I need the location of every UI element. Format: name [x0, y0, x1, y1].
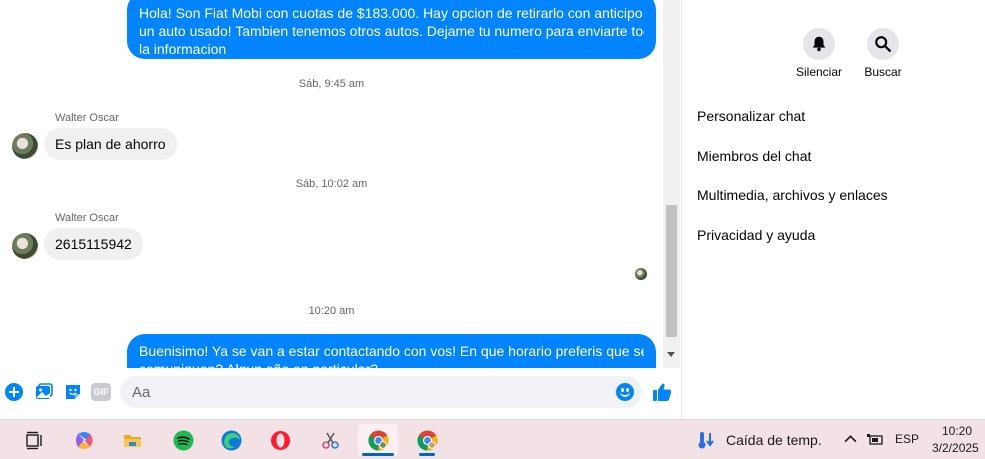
scroll-down-arrow-icon[interactable] [667, 352, 675, 357]
image-icon[interactable] [34, 382, 54, 402]
chrome-button-2[interactable] [407, 424, 447, 456]
weather-text[interactable]: Caída de temp. [726, 432, 822, 448]
timestamp: Sáb, 9:45 am [298, 78, 365, 90]
thumbs-up-icon[interactable] [651, 381, 673, 403]
task-view-button[interactable] [14, 424, 54, 456]
menu-customize-chat[interactable]: Personalizar chat [697, 108, 805, 124]
task-view-icon [26, 431, 42, 450]
timestamp: Sáb, 10:02 am [295, 178, 368, 190]
copilot-icon [76, 432, 93, 449]
search-icon[interactable] [867, 28, 899, 60]
mute-button[interactable]: Silenciar [784, 28, 854, 79]
active-indicator [362, 453, 394, 456]
clock-time[interactable]: 10:20 [942, 424, 972, 438]
message-text-line: comuniquen? Algun año en particular? [139, 360, 644, 368]
sender-name: Walter Oscar [55, 212, 119, 224]
chrome-icon [368, 430, 389, 451]
chat-info-panel: Silenciar Buscar Personalizar chat Miemb… [682, 0, 985, 419]
search-button[interactable]: Buscar [848, 28, 918, 79]
message-text-line: Buenisimo! Ya se van a estar contactando… [139, 343, 644, 359]
emoji-icon[interactable] [616, 383, 634, 401]
message-text-line: Hola! Son Fiat Mobi con cuotas de $183.0… [139, 5, 644, 21]
chat-scrollbar[interactable] [663, 0, 680, 368]
avatar[interactable] [12, 233, 38, 259]
spotify-button[interactable] [163, 424, 203, 456]
message-text-line: un auto usado! Tambien tenemos otros aut… [139, 23, 644, 39]
gif-icon[interactable]: GIF [91, 383, 111, 401]
timestamp: 10:20 am [308, 305, 355, 317]
message-composer: GIF [0, 368, 681, 419]
menu-privacy-help[interactable]: Privacidad y ayuda [697, 227, 815, 243]
scrollbar-thumb[interactable] [666, 205, 677, 337]
bell-icon[interactable] [803, 28, 835, 60]
outgoing-message[interactable]: Buenisimo! Ya se van a estar contactando… [127, 334, 656, 368]
spotify-icon [173, 430, 194, 451]
message-text-line: la informacion [139, 41, 227, 57]
battery-network-icon[interactable] [866, 432, 884, 446]
opera-button[interactable] [260, 424, 300, 456]
avatar[interactable] [12, 133, 38, 159]
menu-media-files-links[interactable]: Multimedia, archivos y enlaces [697, 187, 888, 203]
edge-icon [221, 430, 242, 451]
chrome-icon [417, 430, 438, 451]
mute-label: Silenciar [795, 65, 843, 79]
folder-icon [124, 435, 141, 447]
seen-avatar [635, 268, 647, 280]
chrome-button-1[interactable] [358, 424, 398, 456]
snipping-tool-icon [322, 432, 339, 449]
snipping-tool-button[interactable] [310, 424, 350, 456]
message-input-box[interactable] [120, 376, 642, 408]
language-indicator[interactable]: ESP [895, 432, 919, 446]
outgoing-message[interactable]: Hola! Son Fiat Mobi con cuotas de $183.0… [127, 0, 656, 59]
message-input[interactable] [132, 376, 612, 408]
incoming-message[interactable]: Es plan de ahorro [44, 128, 177, 160]
message-list[interactable]: Hola! Son Fiat Mobi con cuotas de $183.0… [0, 0, 663, 368]
clock-date[interactable]: 3/2/2025 [932, 441, 979, 455]
chevron-up-icon[interactable] [844, 433, 857, 446]
running-indicator [419, 453, 435, 456]
incoming-message[interactable]: 2615115942 [44, 228, 143, 260]
plus-icon[interactable] [4, 382, 24, 402]
search-label: Buscar [864, 65, 902, 79]
menu-chat-members[interactable]: Miembros del chat [697, 148, 811, 164]
messenger-window: Hola! Son Fiat Mobi con cuotas de $183.0… [0, 0, 985, 459]
thermometer-icon[interactable] [696, 429, 716, 451]
opera-icon [271, 431, 290, 450]
windows-taskbar: Caída de temp. ESP 10:20 3/2/2025 [0, 419, 985, 459]
sender-name: Walter Oscar [55, 112, 119, 124]
file-explorer-button[interactable] [112, 424, 152, 456]
copilot-button[interactable] [64, 424, 104, 456]
edge-button[interactable] [211, 424, 251, 456]
sticker-icon[interactable] [63, 382, 83, 402]
